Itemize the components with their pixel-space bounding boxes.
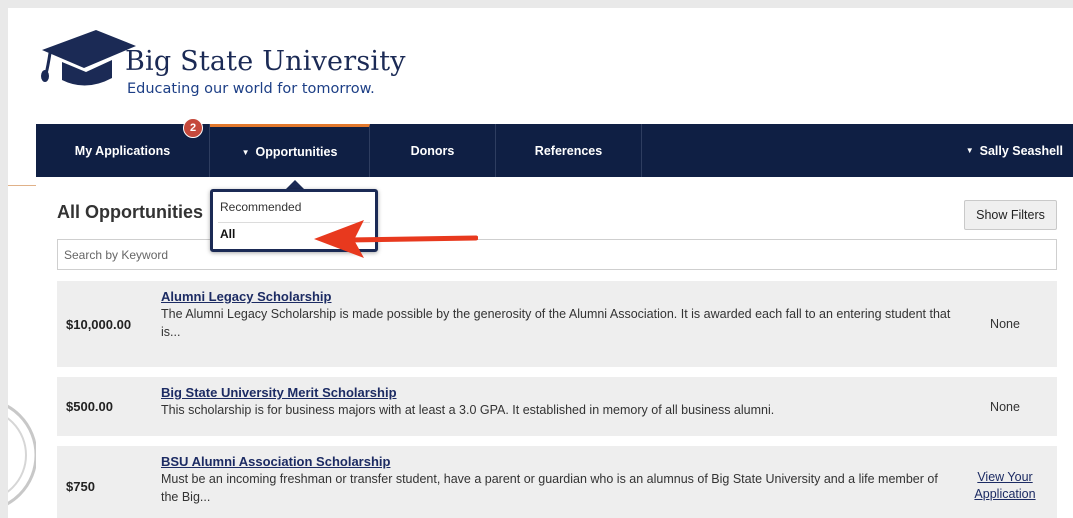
list-item: $10,000.00 Alumni Legacy Scholarship The… — [57, 281, 1057, 367]
scholarship-link[interactable]: Alumni Legacy Scholarship — [161, 289, 951, 304]
dropdown-item-recommended[interactable]: Recommended — [220, 200, 301, 214]
opportunity-list: $10,000.00 Alumni Legacy Scholarship The… — [57, 281, 1057, 518]
scholarship-description: The Alumni Legacy Scholarship is made po… — [161, 307, 951, 339]
decorative-line — [8, 185, 36, 186]
annotation-arrow-icon — [314, 220, 478, 258]
tab-label: Opportunities — [255, 145, 338, 159]
caret-down-icon: ▼ — [241, 147, 250, 157]
search-input[interactable] — [57, 239, 1057, 270]
award-amount: $750 — [66, 478, 95, 494]
scholarship-link[interactable]: Big State University Merit Scholarship — [161, 385, 951, 400]
list-item: $750 BSU Alumni Association Scholarship … — [57, 446, 1057, 518]
scholarship-description: Must be an incoming freshman or transfer… — [161, 472, 938, 504]
application-status: None — [990, 399, 1020, 414]
application-status: None — [990, 317, 1020, 331]
notification-badge: 2 — [183, 118, 203, 138]
main-nav: My Applications 2 ▼ Opportunities Donors… — [36, 118, 1073, 177]
view-application-link[interactable]: View Your Application — [957, 469, 1053, 503]
show-filters-button[interactable]: Show Filters — [964, 200, 1057, 230]
dropdown-item-all[interactable]: All — [220, 227, 235, 241]
list-item: $500.00 Big State University Merit Schol… — [57, 377, 1057, 436]
university-name: Big State University — [125, 46, 406, 77]
tab-label: My Applications — [74, 143, 171, 158]
tab-opportunities[interactable]: ▼ Opportunities — [210, 124, 370, 177]
caret-down-icon: ▼ — [965, 146, 974, 155]
user-menu[interactable]: ▼ Sally Seashell — [966, 124, 1063, 177]
tab-donors[interactable]: Donors — [370, 124, 496, 177]
university-tagline: Educating our world for tomorrow. — [127, 81, 375, 97]
page-frame: Big State University Educating our world… — [8, 8, 1073, 518]
scholarship-description: This scholarship is for business majors … — [161, 403, 775, 417]
tab-label: Donors — [410, 143, 455, 158]
award-amount: $10,000.00 — [66, 316, 132, 332]
tab-references[interactable]: References — [496, 124, 642, 177]
scholarship-link[interactable]: BSU Alumni Association Scholarship — [161, 454, 951, 469]
main-content: All Opportunities Show Filters $10,000.0… — [36, 177, 1073, 518]
application-status: View Your Application — [957, 446, 1053, 518]
page-title: All Opportunities — [57, 202, 203, 222]
award-amount: $500.00 — [66, 399, 113, 414]
tab-label: References — [534, 143, 603, 158]
user-name: Sally Seashell — [979, 143, 1063, 158]
